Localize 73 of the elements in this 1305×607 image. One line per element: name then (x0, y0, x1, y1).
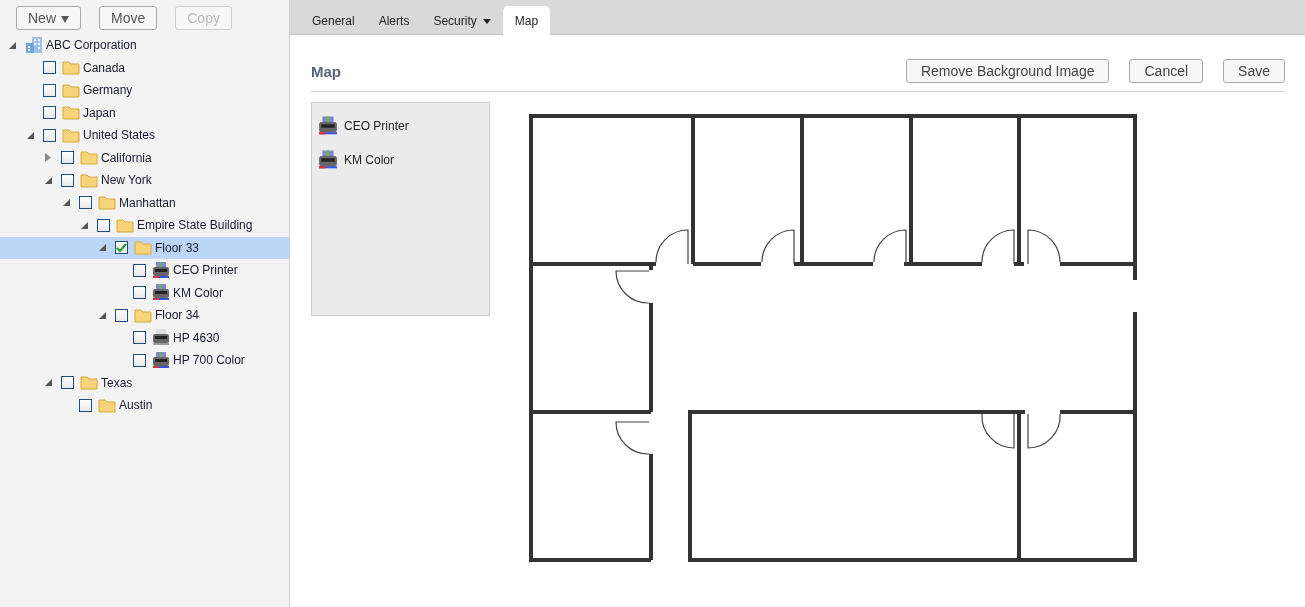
folder-icon (98, 397, 116, 413)
checkbox[interactable] (61, 151, 74, 165)
checkbox[interactable] (79, 398, 92, 412)
expand-triangle-icon[interactable] (44, 153, 53, 163)
printer-icon (152, 284, 170, 302)
tree-item-label[interactable]: California (101, 150, 152, 165)
checkbox[interactable] (133, 263, 146, 277)
tree-item-label[interactable]: Texas (101, 375, 133, 390)
action-button[interactable]: Save (1223, 59, 1285, 83)
collapse-triangle-icon[interactable] (44, 378, 53, 388)
tab[interactable]: Security (421, 6, 503, 35)
tree-item-label[interactable]: Floor 33 (155, 240, 200, 255)
tree-item-label[interactable]: Floor 34 (155, 308, 200, 323)
tree-item-label[interactable]: Germany (83, 83, 133, 98)
printer-icon (318, 116, 338, 136)
tree-item-label[interactable]: CEO Printer (173, 263, 238, 278)
collapse-triangle-icon[interactable] (8, 40, 17, 50)
printer-icon (152, 261, 170, 279)
device-item[interactable]: CEO Printer (312, 109, 489, 143)
tree-item-label[interactable]: HP 700 Color (173, 353, 245, 368)
checkbox[interactable] (133, 331, 146, 345)
checkbox[interactable] (61, 376, 74, 390)
tree-item-label[interactable]: Japan (83, 105, 116, 120)
new-dropdown-button[interactable]: New (16, 6, 81, 30)
folder-icon (62, 60, 80, 76)
section-title: Map (311, 62, 341, 80)
collapse-triangle-icon[interactable] (98, 310, 107, 320)
folder-icon (80, 375, 98, 391)
checkbox[interactable] (43, 106, 56, 120)
checkbox[interactable] (97, 218, 110, 232)
checkbox[interactable] (43, 83, 56, 97)
tab[interactable]: Map (502, 6, 551, 35)
printer-icon (318, 150, 338, 170)
checkbox[interactable] (79, 196, 92, 210)
action-button[interactable]: Cancel (1129, 59, 1204, 83)
folder-icon (134, 240, 152, 256)
tree-item-label[interactable]: ABC Corporation (46, 38, 137, 53)
toolbar-button[interactable]: Move (99, 6, 158, 30)
printer-icon (152, 351, 170, 369)
folder-icon (62, 105, 80, 121)
collapse-triangle-icon[interactable] (26, 130, 35, 140)
tab[interactable]: Alerts (366, 6, 422, 35)
checkbox[interactable] (43, 128, 56, 142)
building-icon (25, 36, 43, 55)
checkbox[interactable] (61, 173, 74, 187)
checkbox[interactable] (133, 286, 146, 300)
folder-icon (62, 127, 80, 143)
folder-icon (116, 217, 134, 233)
collapse-triangle-icon[interactable] (98, 243, 107, 253)
tree-item-label[interactable]: Empire State Building (137, 218, 253, 233)
tree-item-label[interactable]: New York (101, 173, 152, 188)
checkbox[interactable] (43, 61, 56, 75)
collapse-triangle-icon[interactable] (80, 220, 89, 230)
tree-item-label[interactable]: Manhattan (119, 195, 176, 210)
collapse-triangle-icon[interactable] (44, 175, 53, 185)
collapse-triangle-icon[interactable] (62, 198, 71, 208)
checkbox[interactable] (133, 353, 146, 367)
tree-item-label[interactable]: KM Color (173, 285, 223, 300)
tree-item-label[interactable]: United States (83, 128, 156, 143)
printer-icon (152, 329, 170, 347)
tree-item-label[interactable]: Austin (119, 398, 153, 413)
folder-icon (80, 172, 98, 188)
device-item[interactable]: KM Color (312, 143, 489, 177)
tree-item-label[interactable]: Canada (83, 60, 126, 75)
folder-icon (80, 150, 98, 166)
tree-item-label[interactable]: HP 4630 (173, 330, 220, 345)
folder-icon (62, 82, 80, 98)
checkbox[interactable] (115, 241, 128, 255)
checkbox[interactable] (115, 308, 128, 322)
tab[interactable]: General (300, 6, 367, 35)
action-button[interactable]: Remove Background Image (905, 59, 1110, 83)
folder-icon (134, 307, 152, 323)
folder-icon (98, 195, 116, 211)
